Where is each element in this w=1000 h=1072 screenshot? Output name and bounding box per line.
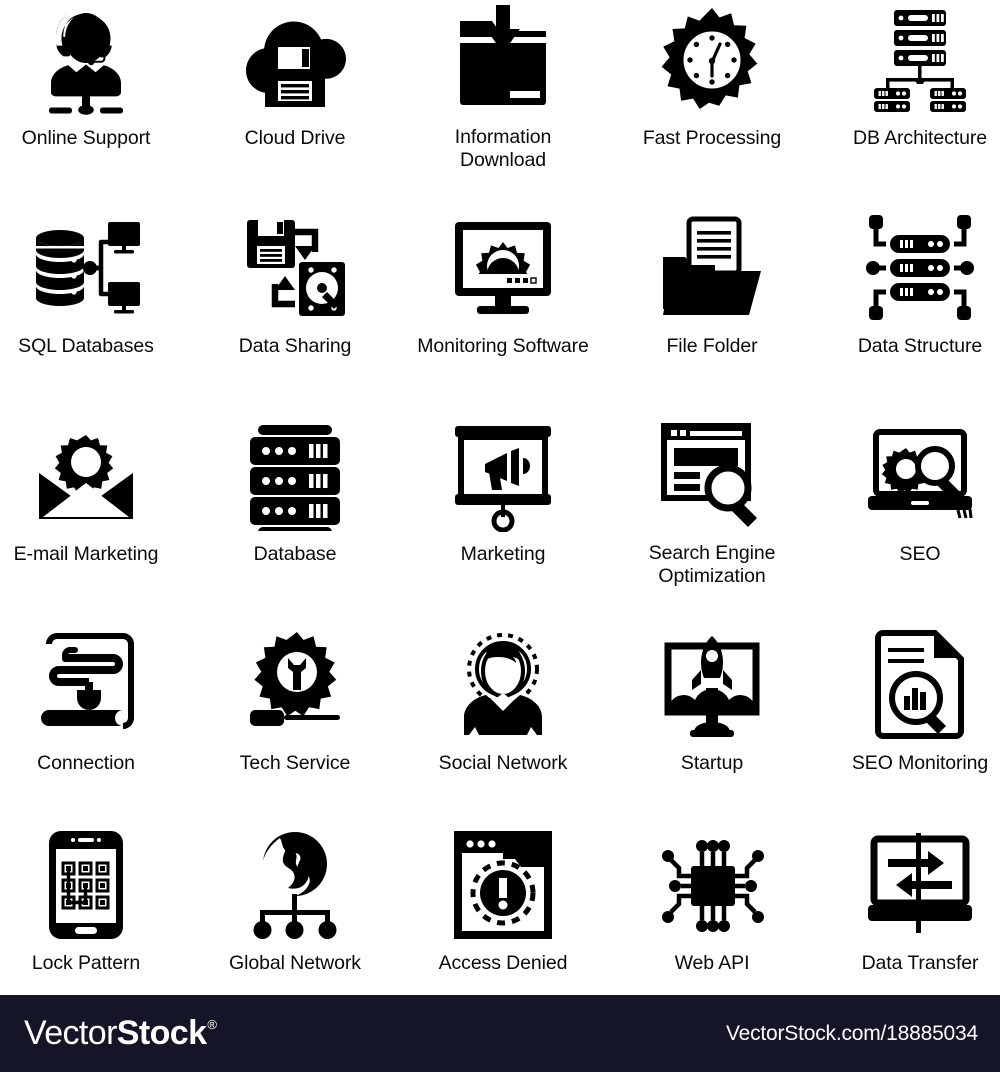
icon-label: Marketing xyxy=(460,543,546,565)
icon-cell-information-download[interactable]: Information Download xyxy=(403,0,603,172)
server-rack-network-icon xyxy=(860,0,980,120)
icon-cell-search-engine-optimization[interactable]: Search Engine Optimization xyxy=(612,416,812,588)
monitor-rocket-icon xyxy=(652,625,772,745)
folder-download-arrow-icon xyxy=(443,0,563,120)
icon-label: Connection xyxy=(37,752,135,774)
browser-magnifier-icon xyxy=(652,416,772,536)
document-chart-magnifier-icon xyxy=(860,625,980,745)
presentation-megaphone-icon xyxy=(443,416,563,536)
icon-cell-social-network[interactable]: Social Network xyxy=(403,625,603,775)
icon-cell-seo-monitoring[interactable]: SEO Monitoring xyxy=(820,625,1000,775)
icon-cell-web-api[interactable]: Web API xyxy=(612,825,812,975)
icon-label: Search Engine Optimization xyxy=(648,542,776,587)
icon-label: Information Download xyxy=(454,126,552,171)
floppy-harddisk-arrows-icon xyxy=(235,208,355,328)
smartphone-pattern-lock-icon xyxy=(26,825,146,945)
server-nodes-icon xyxy=(860,208,980,328)
icon-label: Cloud Drive xyxy=(244,127,346,149)
icon-cell-data-sharing[interactable]: Data Sharing xyxy=(195,208,395,358)
vectorstock-logo: Vector Stock ® xyxy=(24,1014,217,1053)
icon-label: DB Architecture xyxy=(853,127,987,149)
cloud-floppy-disk-icon xyxy=(235,0,355,120)
icon-cell-data-structure[interactable]: Data Structure xyxy=(820,208,1000,358)
icon-label: Social Network xyxy=(438,752,568,774)
icon-label: Data Structure xyxy=(857,335,983,357)
icon-cell-email-marketing[interactable]: E-mail Marketing xyxy=(0,416,186,566)
icon-label: Data Sharing xyxy=(238,335,352,357)
icon-label: E-mail Marketing xyxy=(13,543,159,565)
registered-mark-icon: ® xyxy=(207,1017,217,1032)
globe-network-icon xyxy=(235,825,355,945)
icon-cell-cloud-drive[interactable]: Cloud Drive xyxy=(195,0,395,150)
icon-grid: Online Support Cloud Drive Information D… xyxy=(0,0,1000,995)
icon-label: Monitoring Software xyxy=(417,335,589,357)
database-monitors-icon xyxy=(26,208,146,328)
server-stack-icon xyxy=(235,416,355,536)
icon-label: Online Support xyxy=(21,127,151,149)
microchip-icon xyxy=(652,825,772,945)
icon-cell-marketing[interactable]: Marketing xyxy=(403,416,603,566)
laptop-transfer-arrows-icon xyxy=(860,825,980,945)
icon-label: Database xyxy=(253,543,337,565)
icon-label: Web API xyxy=(674,952,750,974)
icon-label: Tech Service xyxy=(239,752,351,774)
icon-label: Startup xyxy=(680,752,744,774)
gear-clock-icon xyxy=(652,0,772,120)
gear-wrench-screwdriver-icon xyxy=(235,625,355,745)
icon-label: Access Denied xyxy=(438,952,568,974)
icon-label: Lock Pattern xyxy=(31,952,141,974)
icon-cell-database[interactable]: Database xyxy=(195,416,395,566)
folder-document-icon xyxy=(652,208,772,328)
icon-cell-fast-processing[interactable]: Fast Processing xyxy=(612,0,812,150)
icon-cell-lock-pattern[interactable]: Lock Pattern xyxy=(0,825,186,975)
vectorstock-url: VectorStock.com/18885034 xyxy=(725,1021,978,1045)
icon-cell-data-transfer[interactable]: Data Transfer xyxy=(820,825,1000,975)
brand-part-two: Stock xyxy=(116,1014,207,1052)
laptop-gear-magnifier-icon xyxy=(860,416,980,536)
icon-cell-tech-service[interactable]: Tech Service xyxy=(195,625,395,775)
icon-cell-global-network[interactable]: Global Network xyxy=(195,825,395,975)
icon-label: File Folder xyxy=(666,335,758,357)
icon-cell-online-support[interactable]: Online Support xyxy=(0,0,186,150)
person-network-icon xyxy=(443,625,563,745)
icon-label: Global Network xyxy=(229,952,361,974)
icon-cell-file-folder[interactable]: File Folder xyxy=(612,208,812,358)
icon-cell-db-architecture[interactable]: DB Architecture xyxy=(820,0,1000,150)
envelope-gear-icon xyxy=(26,416,146,536)
icon-cell-startup[interactable]: Startup xyxy=(612,625,812,775)
brand-part-one: Vector xyxy=(24,1014,117,1052)
plug-cable-scroll-icon xyxy=(26,625,146,745)
monitor-gear-icon xyxy=(443,208,563,328)
browser-warning-icon xyxy=(443,825,563,945)
icon-label: SQL Databases xyxy=(18,335,154,357)
headset-operator-icon xyxy=(26,0,146,120)
icon-label: Data Transfer xyxy=(861,952,979,974)
icon-cell-access-denied[interactable]: Access Denied xyxy=(403,825,603,975)
icon-cell-seo[interactable]: SEO xyxy=(820,416,1000,566)
icon-cell-sql-databases[interactable]: SQL Databases xyxy=(0,208,186,358)
icon-label: Fast Processing xyxy=(642,127,782,149)
vectorstock-footer: Vector Stock ® VectorStock.com/18885034 xyxy=(0,995,1000,1072)
icon-cell-monitoring-software[interactable]: Monitoring Software xyxy=(403,208,603,358)
icon-label: SEO xyxy=(899,543,941,565)
icon-label: SEO Monitoring xyxy=(851,752,989,774)
icon-cell-connection[interactable]: Connection xyxy=(0,625,186,775)
icon-sheet: Online Support Cloud Drive Information D… xyxy=(0,0,1000,1072)
